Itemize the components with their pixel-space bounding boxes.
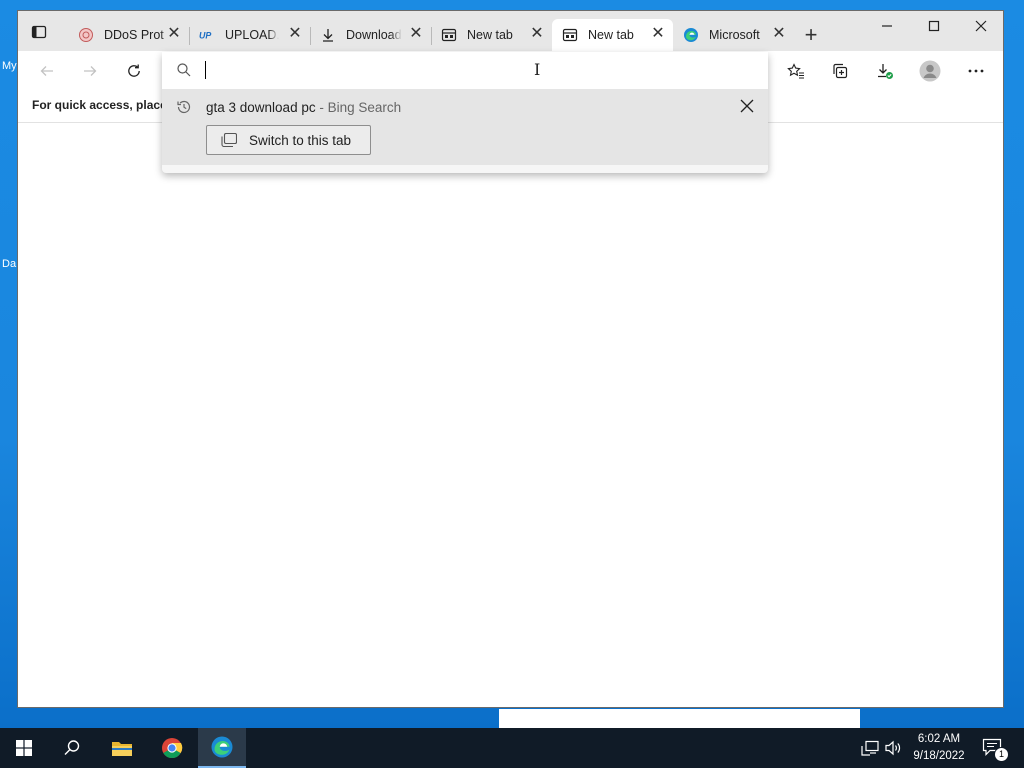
tab-strip: DDoS Prot ✕ UP UPLOAD.EE ✕ Downloads ✕ N… [18,11,1003,51]
tab-actions-icon [31,25,47,39]
chrome-button[interactable] [148,728,196,768]
desktop-icon-label[interactable]: My [2,60,17,72]
tab-microsoft[interactable]: Microsoft ✕ [673,19,794,51]
upload-ee-favicon: UP [199,27,215,43]
ddos-favicon [78,27,94,43]
taskbar-search-button[interactable] [48,728,96,768]
network-icon [861,740,879,756]
back-button[interactable] [33,59,61,83]
tab-close-button[interactable]: ✕ [530,26,544,42]
svg-text:UP: UP [199,31,211,41]
edge-logo-icon [211,736,233,758]
network-tray-button[interactable] [861,739,879,757]
tab-title: New tab [588,28,634,42]
taskbar-clock[interactable]: 6:02 AM 9/18/2022 [906,731,972,765]
page-content [18,123,1003,707]
new-tab-button[interactable]: + [800,24,822,47]
back-arrow-icon [40,66,53,76]
settings-more-button[interactable] [962,59,990,83]
speaker-icon [885,740,901,756]
close-icon [975,20,987,32]
tab-title: Microsoft [709,28,760,42]
clock-date: 9/18/2022 [913,750,965,762]
minimize-icon [882,25,892,27]
text-caret [205,61,206,79]
start-button[interactable] [0,728,48,768]
suggestion-row[interactable]: gta 3 download pc - Bing Search Switch t… [162,89,768,165]
favorites-bar-hint: For quick access, place y [32,98,177,112]
tab-new-tab-active[interactable]: New tab ✕ [552,19,673,51]
remove-suggestion-icon[interactable] [739,98,755,114]
more-dots-icon [968,69,984,73]
tab-title: New tab [467,28,513,42]
folder-icon [112,742,132,756]
notification-count-badge: 1 [994,747,1009,762]
suggestion-text: gta 3 download pc - Bing Search [206,100,401,115]
close-window-button[interactable] [958,11,1004,41]
refresh-icon [128,64,140,77]
star-list-icon [787,63,804,79]
new-tab-page-icon [562,27,578,43]
tab-upload-ee[interactable]: UP UPLOAD.EE ✕ [189,19,311,51]
edge-logo-icon [683,27,699,43]
chrome-logo-icon [162,738,183,759]
search-icon [64,740,80,755]
suggestion-source: - Bing Search [315,100,402,115]
file-explorer-button[interactable] [98,728,146,768]
tab-title: UPLOAD.EE [225,28,279,42]
minimize-button[interactable] [864,11,910,41]
switch-to-tab-button[interactable]: Switch to this tab [206,125,371,155]
tab-close-button[interactable]: ✕ [772,26,786,42]
maximize-button[interactable] [911,11,957,41]
tab-close-button[interactable]: ✕ [651,26,665,42]
switch-tab-icon [221,133,237,147]
tab-title: Downloads [346,28,402,42]
forward-button[interactable] [76,59,104,83]
refresh-button[interactable] [120,59,148,83]
tab-close-button[interactable]: ✕ [409,26,423,42]
volume-tray-button[interactable] [884,739,902,757]
profile-button[interactable] [916,59,944,83]
download-arrow-icon [320,27,336,43]
history-icon [177,100,191,114]
switch-to-tab-label: Switch to this tab [249,132,352,148]
new-tab-page-icon [441,27,457,43]
action-center-button[interactable]: 1 [982,738,1009,762]
tab-actions-button[interactable] [28,21,50,43]
desktop-window-sliver [499,709,860,728]
address-bar[interactable]: I [162,52,768,89]
tab-new-tab[interactable]: New tab ✕ [431,19,552,51]
search-icon [177,63,191,77]
desktop-icon-label[interactable]: Da [2,258,16,270]
downloads-button[interactable] [871,59,899,83]
collections-icon [833,63,848,79]
tab-close-button[interactable]: ✕ [167,26,181,42]
windows-logo-icon [16,740,32,756]
forward-arrow-icon [84,66,97,76]
address-bar-dropdown: I gta 3 download pc - Bing Search Switch… [162,52,768,173]
edge-taskbar-button[interactable] [198,728,246,768]
taskbar: 6:02 AM 9/18/2022 1 [0,728,1024,768]
suggestion-query: gta 3 download pc [206,100,316,115]
tab-close-button[interactable]: ✕ [288,26,302,42]
clock-time: 6:02 AM [917,733,961,745]
tab-ddos[interactable]: DDoS Prot ✕ [68,19,190,51]
collections-button[interactable] [826,59,854,83]
download-complete-icon [878,64,893,79]
tab-title: DDoS Prot [104,28,164,42]
i-beam-cursor-icon: I [534,60,541,79]
favorites-button[interactable] [782,59,810,83]
maximize-icon [928,20,940,32]
tab-downloads[interactable]: Downloads ✕ [310,19,432,51]
avatar-icon [919,60,941,82]
